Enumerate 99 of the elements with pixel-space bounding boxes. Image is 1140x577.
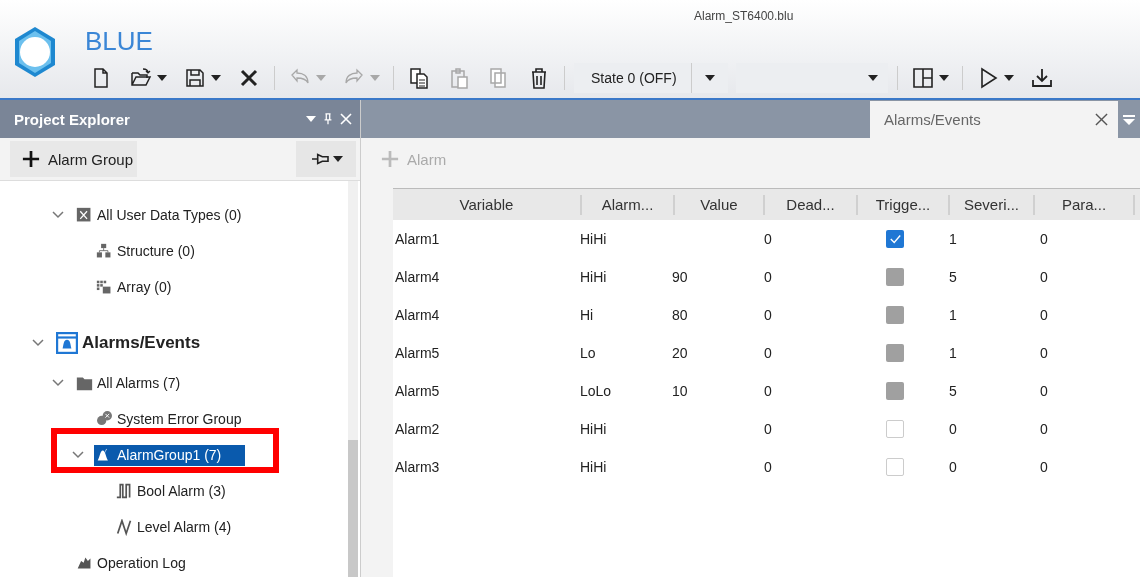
- pulse-icon: [116, 482, 133, 500]
- table-cell: 0: [1040, 383, 1048, 399]
- wave-icon: [116, 518, 133, 536]
- column-header[interactable]: Variable: [393, 194, 582, 215]
- tree-item[interactable]: Alarms/Events: [54, 330, 225, 356]
- table-cell: 0: [1040, 459, 1048, 475]
- caret-icon: [1003, 75, 1014, 81]
- table-cell: Hi: [580, 307, 594, 323]
- table-cell: 5: [949, 269, 957, 285]
- column-header[interactable]: Alarm...: [582, 194, 675, 215]
- app-name: BLUE: [85, 26, 154, 58]
- table-cell: LoLo: [580, 383, 612, 399]
- menu-icon: [1123, 114, 1135, 125]
- caret-icon: [157, 75, 167, 81]
- column-header[interactable]: Value: [675, 194, 765, 215]
- table-cell: HiHi: [580, 269, 607, 285]
- column-header[interactable]: Trigge...: [858, 194, 950, 215]
- tab[interactable]: Alarms/Events: [870, 101, 1118, 138]
- column-header[interactable]: Para...: [1035, 194, 1135, 215]
- table-cell: 0: [949, 421, 957, 437]
- caret-icon[interactable]: [306, 116, 316, 122]
- tree-item[interactable]: System Error Group: [94, 408, 266, 430]
- checkbox[interactable]: [886, 420, 904, 438]
- table-cell: 90: [672, 269, 688, 285]
- table-cell: 0: [1040, 345, 1048, 361]
- tree-item[interactable]: AlarmGroup1 (7): [94, 444, 246, 466]
- table-cell: Alarm1: [395, 231, 440, 247]
- tree-item[interactable]: Bool Alarm (3): [114, 480, 250, 502]
- tree-item[interactable]: All User Data Types (0): [74, 204, 266, 226]
- caret-icon: [704, 75, 715, 81]
- table-cell: Alarm5: [395, 345, 440, 361]
- table-cell: 0: [1040, 307, 1048, 323]
- table-cell: 0: [764, 307, 772, 323]
- tree-item[interactable]: Level Alarm (4): [114, 516, 256, 538]
- expand-chevron-icon[interactable]: [52, 211, 64, 219]
- table-cell: 0: [1040, 231, 1048, 247]
- table-cell: Alarm4: [395, 269, 440, 285]
- expand-chevron-icon[interactable]: [52, 379, 64, 387]
- table-cell: 10: [672, 383, 688, 399]
- table-cell: 0: [764, 459, 772, 475]
- checkbox[interactable]: [886, 458, 904, 476]
- table-cell: 20: [672, 345, 688, 361]
- tree-item[interactable]: Operation Log: [74, 552, 210, 574]
- table-cell: HiHi: [580, 459, 607, 475]
- dropdown[interactable]: State 0 (OFF): [574, 63, 728, 93]
- layout-icon: [910, 66, 935, 90]
- table-cell: Alarm2: [395, 421, 440, 437]
- column-header[interactable]: Dead...: [765, 194, 858, 215]
- hierarchy-icon: [96, 242, 113, 260]
- tree-item[interactable]: All Alarms (7): [74, 372, 205, 394]
- caret-icon: [332, 156, 343, 162]
- pin-icon: [309, 151, 330, 167]
- table-cell: 0: [949, 459, 957, 475]
- error-icon: [96, 410, 113, 428]
- caret-icon: [316, 75, 326, 81]
- close-icon[interactable]: [1095, 113, 1108, 126]
- table-cell: Alarm3: [395, 459, 440, 475]
- table-cell: 1: [949, 307, 957, 323]
- pin-button[interactable]: [296, 141, 356, 177]
- table-cell: 1: [949, 231, 957, 247]
- file-name: Alarm_ST6400.blu: [694, 9, 794, 23]
- table-cell: 80: [672, 307, 688, 323]
- download-icon: [1029, 66, 1054, 90]
- table-cell: Alarm4: [395, 307, 440, 323]
- caret-icon: [938, 75, 949, 81]
- table-cell: 0: [1040, 421, 1048, 437]
- plus-icon: [22, 150, 40, 168]
- panel-title: Project Explorer: [14, 110, 131, 128]
- save-icon: [183, 66, 207, 90]
- expand-chevron-icon[interactable]: [32, 339, 44, 347]
- checkbox[interactable]: [886, 230, 904, 248]
- plus-icon: [381, 150, 399, 168]
- pin-icon[interactable]: [322, 112, 334, 126]
- table-cell: 0: [1040, 269, 1048, 285]
- table-cell: Alarm5: [395, 383, 440, 399]
- caret-icon: [370, 75, 380, 81]
- table-cell: 0: [764, 269, 772, 285]
- check-icon: [888, 233, 902, 245]
- table-cell: 0: [764, 345, 772, 361]
- grid-icon: [96, 278, 113, 296]
- caret-icon: [211, 75, 221, 81]
- copy-icon: [407, 66, 431, 90]
- table-cell: 5: [949, 383, 957, 399]
- scrollbar[interactable]: [348, 181, 358, 577]
- expand-chevron-icon[interactable]: [72, 451, 84, 459]
- table-cell: 0: [764, 231, 772, 247]
- table-cell: HiHi: [580, 231, 607, 247]
- column-header[interactable]: Severi...: [950, 194, 1035, 215]
- table-cell: HiHi: [580, 421, 607, 437]
- variable-icon: [76, 206, 93, 224]
- bell-icon: [56, 332, 78, 354]
- table-cell: Lo: [580, 345, 596, 361]
- caret-icon: [867, 75, 878, 81]
- table-cell: 0: [764, 383, 772, 399]
- tree-item[interactable]: Array (0): [94, 276, 196, 298]
- table-cell: 0: [764, 421, 772, 437]
- add-button[interactable]: Alarm Group: [10, 141, 138, 177]
- table-cell: 1: [949, 345, 957, 361]
- tree-item[interactable]: Structure (0): [94, 240, 219, 262]
